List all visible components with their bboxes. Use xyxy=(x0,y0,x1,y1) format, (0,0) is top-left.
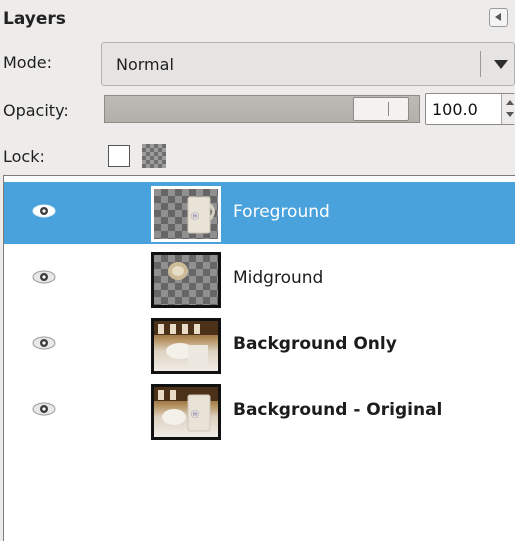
lock-alpha-icon[interactable] xyxy=(142,144,166,168)
layer-thumbnail[interactable]: ⓜ xyxy=(151,186,221,242)
eye-icon[interactable] xyxy=(32,204,56,218)
photo-thumbnail-icon: ⓜ xyxy=(154,387,218,432)
eye-icon[interactable] xyxy=(32,336,56,350)
opacity-slider[interactable] xyxy=(104,95,420,123)
opacity-stepper[interactable] xyxy=(501,94,515,124)
layer-row-background-original[interactable]: ⓜ Background - Original xyxy=(4,380,515,442)
layer-name[interactable]: Foreground xyxy=(233,202,330,222)
panel-title: Layers xyxy=(3,9,66,29)
tab-menu-icon[interactable] xyxy=(489,8,508,27)
layer-thumbnail[interactable]: ⓜ xyxy=(151,384,221,440)
opacity-value[interactable]: 100.0 xyxy=(432,100,478,119)
layer-row-midground[interactable]: Midground xyxy=(4,248,515,310)
mode-value: Normal xyxy=(116,55,174,74)
layer-name[interactable]: Background - Original xyxy=(233,400,442,420)
eye-icon[interactable] xyxy=(32,270,56,284)
spin-down-icon[interactable] xyxy=(506,112,514,117)
svg-text:ⓜ: ⓜ xyxy=(191,410,199,419)
panel-header: Layers xyxy=(0,0,515,36)
mode-dropdown[interactable]: Normal xyxy=(101,42,515,86)
mug-thumbnail-icon xyxy=(168,262,188,280)
layer-row-foreground[interactable]: ⓜ Foreground xyxy=(4,182,515,244)
layer-thumbnail[interactable] xyxy=(151,318,221,374)
lock-label: Lock: xyxy=(3,147,45,166)
layer-thumbnail[interactable] xyxy=(151,252,221,308)
mode-separator xyxy=(480,51,481,77)
svg-text:ⓜ: ⓜ xyxy=(191,212,199,221)
layer-name[interactable]: Midground xyxy=(233,268,323,288)
chevron-down-icon[interactable] xyxy=(494,60,508,69)
layer-list[interactable]: ⓜ Foreground Midground Background Only ⓜ… xyxy=(3,175,515,541)
mode-label: Mode: xyxy=(3,53,52,72)
photo-thumbnail-icon xyxy=(154,321,218,367)
layer-name[interactable]: Background Only xyxy=(233,334,397,354)
opacity-spinbox[interactable]: 100.0 xyxy=(425,93,515,125)
lock-pixels-checkbox[interactable] xyxy=(108,145,130,167)
eye-icon[interactable] xyxy=(32,402,56,416)
opacity-label: Opacity: xyxy=(3,101,69,120)
mug-thumbnail-icon: ⓜ xyxy=(187,196,215,234)
spin-up-icon[interactable] xyxy=(506,100,514,105)
layer-row-background-only[interactable]: Background Only xyxy=(4,314,515,376)
opacity-slider-handle[interactable] xyxy=(353,97,409,121)
